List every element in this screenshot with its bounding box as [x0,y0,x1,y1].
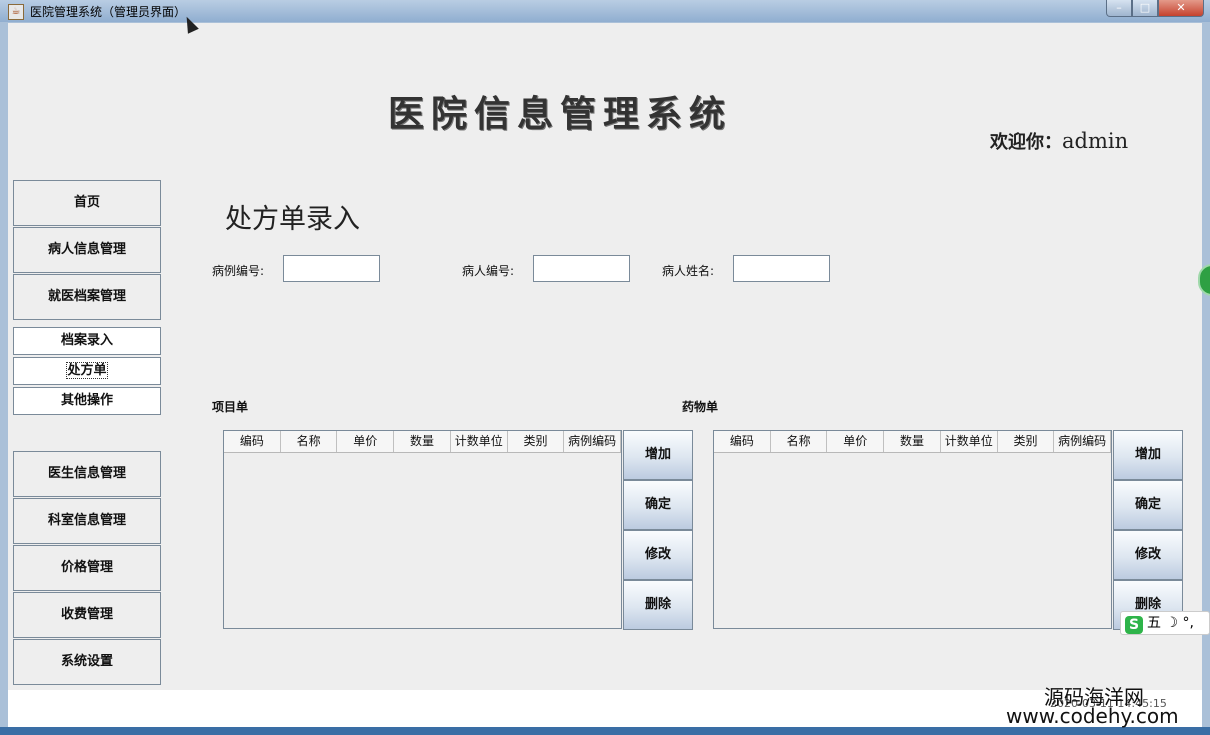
column-header[interactable]: 病例编码 [1054,431,1112,452]
nav-label: 医生信息管理 [47,466,126,481]
case-no-field[interactable] [283,255,380,282]
column-header[interactable]: 单价 [827,431,885,452]
drug-table-title: 药物单 [682,400,719,414]
nav-label: 收费管理 [60,607,113,622]
watermark-url: www.codehy.com [1006,704,1179,728]
page-title: 处方单录入 [225,204,360,235]
column-header[interactable]: 名称 [281,431,338,452]
system-title: 医院信息管理系统 [388,93,733,135]
drug-modify-button[interactable]: 修改 [1113,530,1183,580]
nav-prescription-button[interactable]: 处方单 [13,357,161,385]
nav-record-entry-button[interactable]: 档案录入 [13,327,161,355]
nav-label: 其他操作 [60,393,113,408]
case-no-label: 病例编号: [212,264,265,278]
nav-label: 系统设置 [60,654,113,669]
column-header[interactable]: 类别 [998,431,1055,452]
column-header[interactable]: 编码 [224,431,281,452]
item-modify-button[interactable]: 修改 [623,530,693,580]
item-confirm-button[interactable]: 确定 [623,480,693,530]
item-table[interactable]: 编码 名称 单价 数量 计数单位 类别 病例编码 [223,430,622,629]
nav-label: 档案录入 [60,333,113,348]
nav-billing-button[interactable]: 收费管理 [13,592,161,638]
column-header[interactable]: 病例编码 [564,431,622,452]
drug-table[interactable]: 编码 名称 单价 数量 计数单位 类别 病例编码 [713,430,1112,629]
item-delete-button[interactable]: 删除 [623,580,693,630]
nav-other-ops-button[interactable]: 其他操作 [13,387,161,415]
nav-home-button[interactable]: 首页 [13,180,161,226]
username: admin [1062,129,1129,153]
nav-medical-records-button[interactable]: 就医档案管理 [13,274,161,320]
nav-department-button[interactable]: 科室信息管理 [13,498,161,544]
nav-label: 价格管理 [60,560,113,575]
minimize-button[interactable]: – [1106,0,1132,17]
column-header[interactable]: 计数单位 [451,431,508,452]
drug-add-button[interactable]: 增加 [1113,430,1183,480]
java-icon: ☕ [8,4,24,20]
patient-name-field[interactable] [733,255,830,282]
patient-no-label: 病人编号: [462,264,515,278]
nav-label: 科室信息管理 [47,513,126,528]
nav-doctor-info-button[interactable]: 医生信息管理 [13,451,161,497]
drug-confirm-button[interactable]: 确定 [1113,480,1183,530]
patient-name-label: 病人姓名: [662,264,715,278]
window-controls: – □ ✕ [1106,0,1204,17]
column-header[interactable]: 名称 [771,431,828,452]
column-header[interactable]: 计数单位 [941,431,998,452]
nav-settings-button[interactable]: 系统设置 [13,639,161,685]
nav-label: 首页 [73,195,100,210]
ime-status: 五 ☽ °, [1147,615,1194,631]
sogou-icon: S [1125,616,1143,634]
column-header[interactable]: 数量 [884,431,941,452]
ime-toolbar[interactable]: S五 ☽ °, [1120,611,1210,635]
taskbar [0,727,1210,735]
window-title: 医院管理系统（管理员界面） [30,5,187,19]
nav-label: 病人信息管理 [47,242,126,257]
nav-label: 处方单 [66,362,108,379]
nav-price-button[interactable]: 价格管理 [13,545,161,591]
nav-patient-info-button[interactable]: 病人信息管理 [13,227,161,273]
item-add-button[interactable]: 增加 [623,430,693,480]
item-table-header: 编码 名称 单价 数量 计数单位 类别 病例编码 [224,431,622,453]
column-header[interactable]: 数量 [394,431,451,452]
welcome-text: 欢迎你：admin [990,128,1128,154]
column-header[interactable]: 单价 [337,431,395,452]
column-header[interactable]: 编码 [714,431,771,452]
item-table-title: 项目单 [212,400,249,414]
nav-label: 就医档案管理 [47,289,126,304]
column-header[interactable]: 类别 [508,431,565,452]
welcome-prefix: 欢迎你： [990,132,1062,153]
drug-table-header: 编码 名称 单价 数量 计数单位 类别 病例编码 [714,431,1112,453]
close-button[interactable]: ✕ [1158,0,1204,17]
maximize-button[interactable]: □ [1132,0,1158,17]
patient-no-field[interactable] [533,255,630,282]
